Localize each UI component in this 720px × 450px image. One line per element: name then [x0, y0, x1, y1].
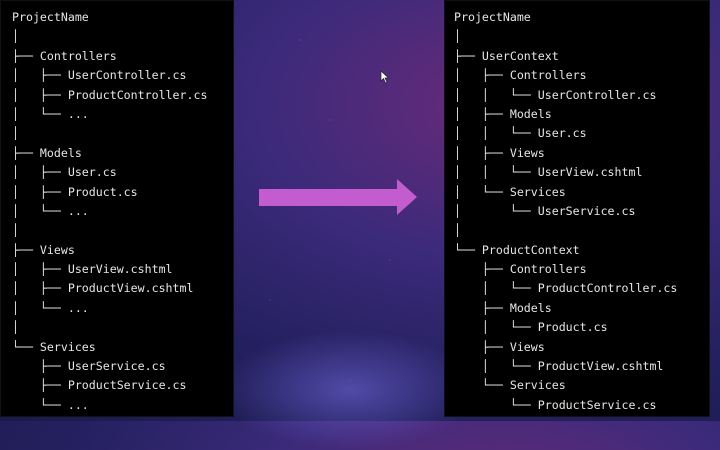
tree-line: │ │ └── User.cs [454, 126, 587, 141]
tree-line: ├── Controllers [12, 48, 117, 63]
tree-line: └── Services [454, 378, 566, 393]
tree-line: │ [12, 126, 19, 141]
tree-line: │ └── Services [454, 184, 566, 199]
tree-line: │ └── ProductController.cs [454, 281, 678, 296]
tree-line: │ [12, 29, 19, 44]
tree-line: │ │ └── UserController.cs [454, 87, 657, 102]
tree-line: │ ├── UserController.cs [12, 68, 187, 83]
tree-line: └── Services [12, 339, 96, 354]
tree-line: │ ├── Models [454, 106, 552, 121]
tree-line: │ ├── Views [454, 145, 545, 160]
tree-line: ├── Models [12, 145, 82, 160]
tree-line: │ ├── UserView.cshtml [12, 262, 173, 277]
tree-line: │ [12, 223, 19, 238]
left-tree-panel: ProjectName │ ├── Controllers │ ├── UserCon… [0, 0, 234, 417]
tree-line: │ └── UserService.cs [454, 203, 636, 218]
tree-line: ├── UserContext [454, 48, 559, 63]
tree-line: ├── Views [12, 242, 75, 257]
tree-line: │ ├── ProductView.cshtml [12, 281, 194, 296]
tree-line: │ [454, 29, 461, 44]
tree-line: ProjectName [12, 10, 89, 24]
tree-line: │ ├── ProductController.cs [12, 87, 208, 102]
tree-line: │ [454, 223, 461, 238]
tree-line: │ └── ... [12, 300, 89, 315]
tree-line: └── ProductService.cs [454, 397, 657, 412]
tree-line: │ │ └── UserView.cshtml [454, 165, 643, 180]
tree-line: │ └── ProductView.cshtml [454, 359, 664, 374]
tree-line: └── ... [12, 397, 89, 412]
tree-line: ├── ProductService.cs [12, 378, 187, 393]
tree-line: │ ├── Product.cs [12, 184, 138, 199]
background-glow [220, 330, 480, 450]
mouse-cursor-icon [380, 70, 390, 84]
tree-line: │ ├── User.cs [12, 165, 117, 180]
tree-line: │ └── ... [12, 106, 89, 121]
tree-line: ├── Views [454, 339, 545, 354]
tree-line: ├── UserService.cs [12, 359, 166, 374]
right-tree-panel: ProjectName │ ├── UserContext │ ├── Control… [444, 0, 710, 417]
tree-line: ├── Models [454, 300, 552, 315]
tree-line: │ └── Product.cs [454, 320, 608, 335]
tree-line: └── ProductContext [454, 242, 580, 257]
tree-line: │ [12, 320, 19, 335]
right-arrow-icon [259, 179, 417, 215]
tree-line: │ └── ... [12, 203, 89, 218]
tree-line: ├── Controllers [454, 262, 587, 277]
tree-line: ProjectName [454, 10, 531, 24]
tree-line: │ ├── Controllers [454, 68, 587, 83]
